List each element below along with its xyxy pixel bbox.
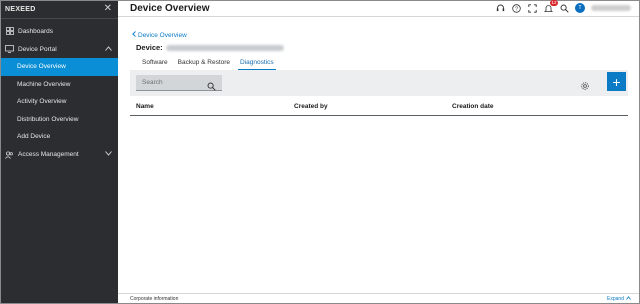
header-actions: ? 12 T bbox=[495, 0, 631, 13]
sidebar: NEXEED ✕ Dashboards Device Portal Device… bbox=[1, 1, 118, 303]
main-content: Device Overview Device: Software Backup … bbox=[118, 18, 639, 293]
user-name-redacted[interactable] bbox=[591, 5, 631, 11]
sidebar-item-label: Access Management bbox=[18, 151, 79, 158]
device-icon bbox=[5, 45, 14, 54]
tab-software[interactable]: Software bbox=[136, 57, 173, 70]
sidebar-subitem-distribution-overview[interactable]: Distribution Overview bbox=[1, 111, 118, 129]
page-title: Device Overview bbox=[130, 3, 210, 14]
footer-corporate-info[interactable]: Corporate information bbox=[130, 296, 178, 302]
sidebar-item-label: Dashboards bbox=[18, 27, 54, 35]
table-toolbar: + bbox=[130, 70, 628, 96]
dashboard-icon bbox=[5, 27, 14, 36]
svg-text:?: ? bbox=[514, 6, 517, 12]
device-label: Device: bbox=[136, 43, 163, 52]
chevron-up-icon bbox=[105, 45, 112, 53]
sidebar-item-access-management[interactable]: Access Management bbox=[1, 146, 118, 164]
sidebar-subitem-add-device[interactable]: Add Device bbox=[1, 128, 118, 146]
sidebar-item-device-portal[interactable]: Device Portal bbox=[1, 40, 118, 58]
search-field[interactable] bbox=[136, 75, 222, 91]
column-header-name[interactable]: Name bbox=[136, 103, 154, 110]
gear-icon[interactable] bbox=[580, 78, 590, 96]
column-header-creation-date[interactable]: Creation date bbox=[452, 103, 494, 110]
footer: Corporate information Expand bbox=[118, 293, 639, 303]
chevron-down-icon bbox=[105, 151, 112, 158]
expand-link[interactable]: Expand bbox=[607, 296, 631, 302]
expand-label: Expand bbox=[607, 296, 624, 302]
tab-diagnostics[interactable]: Diagnostics bbox=[235, 57, 279, 70]
tab-bar: Software Backup & Restore Diagnostics bbox=[136, 57, 279, 70]
chevron-up-icon bbox=[626, 296, 631, 302]
column-header-created-by[interactable]: Created by bbox=[294, 103, 328, 110]
headset-icon[interactable] bbox=[495, 3, 505, 13]
fullscreen-icon[interactable] bbox=[527, 3, 537, 13]
sidebar-divider bbox=[1, 18, 118, 19]
table-header-row: Name Created by Creation date bbox=[130, 98, 628, 116]
notification-badge: 12 bbox=[549, 0, 558, 6]
back-link-label: Device Overview bbox=[138, 31, 187, 39]
users-icon bbox=[5, 150, 14, 159]
sidebar-subitem-device-overview[interactable]: Device Overview bbox=[1, 58, 118, 76]
search-icon[interactable] bbox=[559, 3, 569, 13]
device-name-redacted bbox=[165, 44, 284, 51]
sidebar-brand: NEXEED ✕ bbox=[1, 2, 118, 16]
back-link[interactable]: Device Overview bbox=[132, 31, 187, 39]
bell-icon[interactable]: 12 bbox=[543, 0, 558, 13]
chevron-left-icon bbox=[132, 31, 136, 39]
top-header: Device Overview ? 12 T bbox=[118, 0, 639, 17]
sidebar-subitem-machine-overview[interactable]: Machine Overview bbox=[1, 76, 118, 94]
device-heading: Device: bbox=[136, 43, 284, 52]
close-icon[interactable]: ✕ bbox=[104, 4, 112, 14]
help-icon[interactable]: ? bbox=[511, 3, 521, 13]
sidebar-item-dashboards[interactable]: Dashboards bbox=[1, 22, 118, 40]
add-button[interactable]: + bbox=[607, 72, 626, 91]
sidebar-subitem-activity-overview[interactable]: Activity Overview bbox=[1, 93, 118, 111]
avatar[interactable]: T bbox=[575, 3, 585, 13]
tab-backup-restore[interactable]: Backup & Restore bbox=[173, 57, 235, 70]
search-input[interactable] bbox=[142, 79, 202, 86]
brand-name: NEXEED bbox=[5, 5, 36, 13]
sidebar-item-label: Device Portal bbox=[18, 45, 57, 53]
search-icon[interactable] bbox=[207, 78, 216, 96]
